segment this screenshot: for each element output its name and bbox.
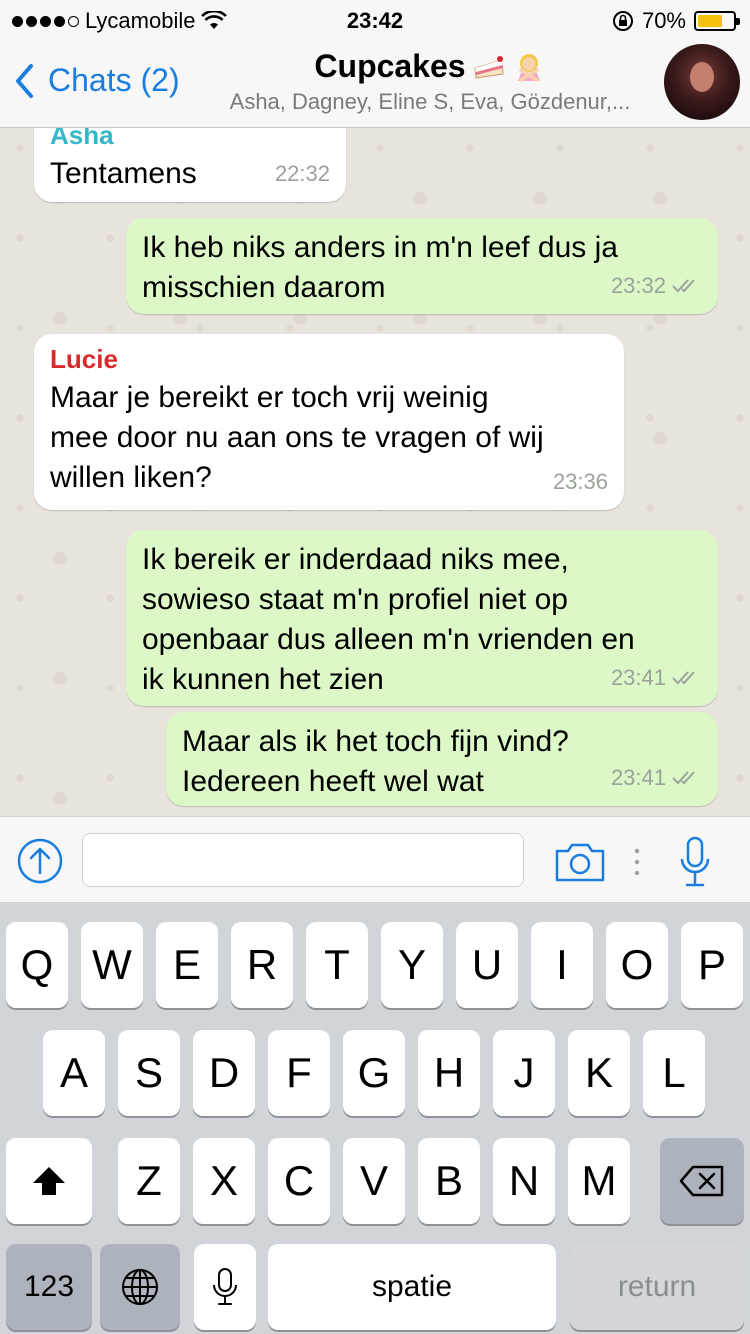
back-button[interactable]: Chats (2) [14,62,180,99]
double-check-icon [672,279,695,293]
message-time: 23:36 [552,469,608,494]
return-key[interactable]: return [570,1244,744,1330]
key-s[interactable]: S [118,1030,180,1116]
globe-icon [122,1269,158,1305]
key-w[interactable]: W [81,922,143,1008]
microphone-icon[interactable] [678,835,712,891]
group-avatar[interactable] [664,44,740,120]
status-bar: Lycamobile 23:42 70% [0,0,750,40]
keyboard: Q W E R T Y U I O P A S D F G H J K L Z … [0,902,750,1334]
more-dots-icon [634,848,640,876]
key-g[interactable]: G [343,1030,405,1116]
key-k[interactable]: K [568,1030,630,1116]
key-t[interactable]: T [306,922,368,1008]
key-y[interactable]: Y [381,922,443,1008]
message-time: 23:32 [610,273,666,298]
key-l[interactable]: L [643,1030,705,1116]
space-key[interactable]: spatie [268,1244,556,1330]
key-r[interactable]: R [231,922,293,1008]
key-z[interactable]: Z [118,1138,180,1224]
key-h[interactable]: H [418,1030,480,1116]
message-time: 23:41 [610,665,666,690]
dictation-key[interactable] [194,1244,256,1330]
camera-icon[interactable] [554,841,606,883]
key-j[interactable]: J [493,1030,555,1116]
group-name: Cupcakes [314,48,466,84]
key-x[interactable]: X [193,1138,255,1224]
upload-icon[interactable] [16,837,64,885]
message-time: 23:41 [610,765,666,790]
shift-key[interactable] [6,1138,92,1224]
message-bubble[interactable]: Lucie Maar je bereikt er toch vrij weini… [34,334,624,510]
key-m[interactable]: M [568,1138,630,1224]
cake-emoji [474,55,504,79]
key-u[interactable]: U [456,922,518,1008]
message-bubble[interactable]: Asha Tentamens 22:32 [34,128,346,202]
message-sender: Asha [50,128,114,150]
key-p[interactable]: P [681,922,743,1008]
message-sender: Lucie [50,344,118,374]
group-members: Asha, Dagney, Eline S, Eva, Gözdenur,... [229,89,631,114]
message-input-bar [0,816,750,902]
group-title: Cupcakes [314,48,545,85]
lock-rotation-icon [612,11,633,31]
double-check-icon [672,671,695,685]
message-bubble[interactable]: Ik heb niks anders in m'n leef dus ja mi… [126,218,718,314]
person-gesturing-no-emoji [517,53,540,82]
key-o[interactable]: O [606,922,668,1008]
message-time: 22:32 [274,161,330,186]
chat-header: Chats (2) Cupcakes Asha, Dagney, Eline S… [0,40,750,128]
message-bubble[interactable]: Ik bereik er inderdaad niks mee, sowieso… [126,530,718,706]
key-d[interactable]: D [193,1030,255,1116]
key-i[interactable]: I [531,922,593,1008]
key-c[interactable]: C [268,1138,330,1224]
message-input[interactable] [82,833,524,887]
status-right: 70% [612,8,740,34]
message-list[interactable]: Asha Tentamens 22:32 Ik heb niks anders … [0,128,750,816]
message-text: Maar je bereikt er toch vrij weinig mee … [50,381,544,494]
back-label: Chats (2) [48,62,180,98]
battery-percent: 70% [641,8,686,33]
group-info[interactable]: Cupcakes Asha, Dagney, Eline S, Eva, Göz… [200,48,660,115]
battery-level [698,15,722,27]
shift-icon [33,1167,65,1195]
key-a[interactable]: A [43,1030,105,1116]
key-f[interactable]: F [268,1030,330,1116]
globe-key[interactable] [100,1244,180,1330]
key-e[interactable]: E [156,922,218,1008]
delete-icon [679,1165,724,1197]
numbers-key[interactable]: 123 [6,1244,92,1330]
back-chevron-icon [16,63,33,98]
dictation-icon [213,1268,237,1305]
key-v[interactable]: V [343,1138,405,1224]
key-q[interactable]: Q [6,922,68,1008]
key-b[interactable]: B [418,1138,480,1224]
battery-icon [694,11,740,31]
delete-key[interactable] [660,1138,744,1224]
key-n[interactable]: N [493,1138,555,1224]
double-check-icon [672,771,695,785]
message-bubble[interactable]: Maar als ik het toch fijn vind? Iedereen… [166,712,718,806]
